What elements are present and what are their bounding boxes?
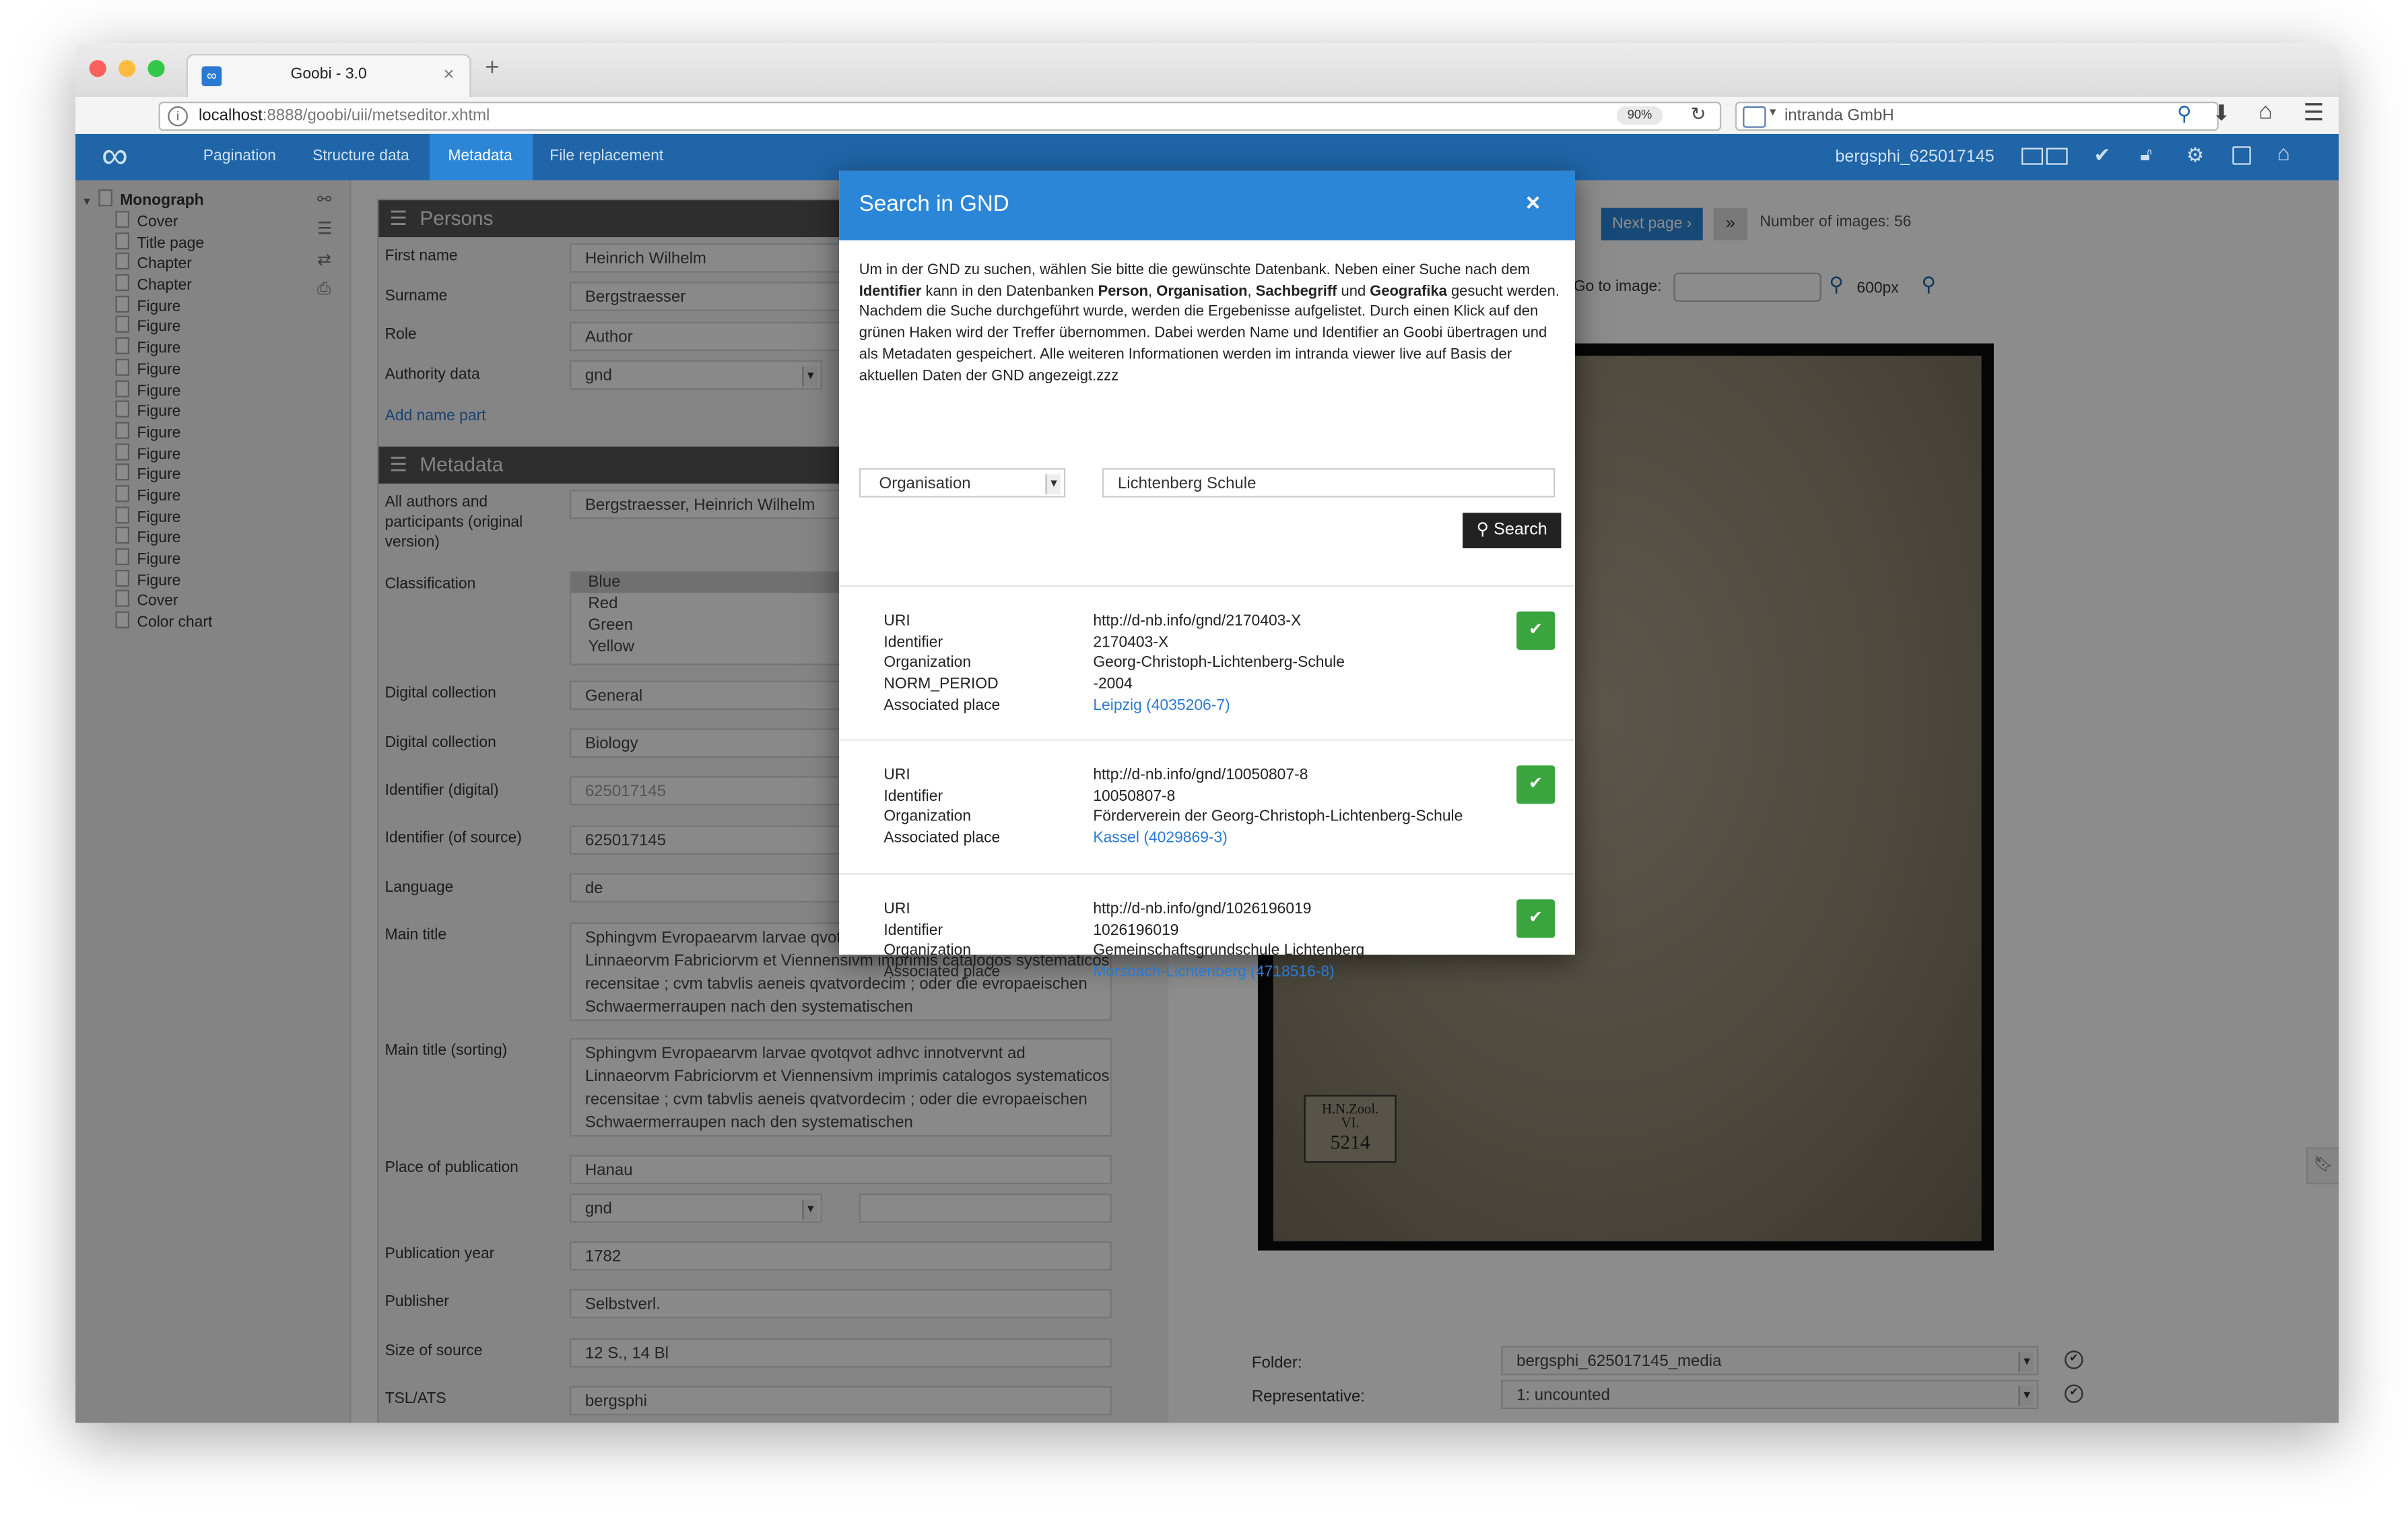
close-tab-icon[interactable]: × xyxy=(443,63,454,85)
record-id: bergsphi_625017145 xyxy=(1835,148,1995,166)
accept-result-3-button[interactable]: ✔ xyxy=(1516,899,1556,938)
gear-icon[interactable]: ⚙ xyxy=(2186,143,2205,168)
query-input[interactable]: Lichtenberg Schule xyxy=(1102,468,1556,498)
check-icon: ✔ xyxy=(1529,620,1543,639)
search-icon[interactable]: ⚲ xyxy=(2177,102,2192,127)
result-3-place-link[interactable]: Morsbach-Lichtenberg (4718516-8) xyxy=(1093,963,1364,983)
result-1-values: http://d-nb.info/gnd/2170403-X 2170403-X… xyxy=(1093,612,1345,717)
modal-title: Search in GND xyxy=(859,192,1009,218)
search-button[interactable]: ⚲ Search xyxy=(1463,513,1562,548)
menu-icon[interactable]: ☰ xyxy=(2303,98,2324,127)
tab-file-replacement[interactable]: File replacement xyxy=(549,134,663,181)
tab-structure-data[interactable]: Structure data xyxy=(312,134,409,181)
reload-icon[interactable]: ↻ xyxy=(1690,103,1706,125)
close-icon[interactable]: × xyxy=(1526,191,1540,219)
result-2-labels: URI Identifier Organization Associated p… xyxy=(883,767,1001,847)
url-field[interactable]: i localhost:8888/goobi/uii/metseditor.xh… xyxy=(158,101,1722,131)
chevron-down-icon[interactable]: ▼ xyxy=(1768,108,1778,119)
result-2-place-link[interactable]: Kassel (4029869-3) xyxy=(1093,828,1463,849)
zoom-level[interactable]: 90% xyxy=(1616,106,1663,125)
title-bar: ∞ Goobi - 3.0 × + xyxy=(75,43,2339,99)
save-icon[interactable] xyxy=(2232,146,2251,165)
check-icon[interactable]: ✔ xyxy=(2094,143,2111,168)
check-icon: ✔ xyxy=(1529,775,1543,793)
accept-result-2-button[interactable]: ✔ xyxy=(1516,765,1556,804)
new-tab-icon[interactable]: + xyxy=(485,55,499,83)
url-host: localhost xyxy=(198,106,263,125)
check-icon: ✔ xyxy=(1529,908,1543,927)
chevron-down-icon: ▼ xyxy=(1045,474,1061,494)
accept-result-1-button[interactable]: ✔ xyxy=(1516,611,1556,650)
home-icon[interactable]: ⌂ xyxy=(2259,98,2273,125)
database-select[interactable]: Organisation ▼ xyxy=(859,468,1066,498)
images-icon[interactable] xyxy=(2046,148,2068,165)
image-icon[interactable] xyxy=(2021,148,2044,165)
search-icon: ⚲ xyxy=(1476,520,1490,540)
tab-pagination[interactable]: Pagination xyxy=(203,134,276,181)
tab-metadata[interactable]: Metadata xyxy=(448,134,512,181)
info-icon[interactable]: i xyxy=(168,106,188,127)
zoom-window-button[interactable] xyxy=(147,60,165,77)
search-engine-icon[interactable] xyxy=(1743,106,1766,128)
gnd-search-modal: Search in GND × Um in der GND zu suchen,… xyxy=(839,170,1575,981)
result-1-place-link[interactable]: Leipzig (4035206-7) xyxy=(1093,696,1345,717)
toolbar: i localhost:8888/goobi/uii/metseditor.xh… xyxy=(75,97,2339,136)
modal-header: Search in GND × xyxy=(839,170,1575,240)
unlock-icon[interactable]: 🔓︎ xyxy=(2140,143,2152,166)
result-3-values: http://d-nb.info/gnd/1026196019 10261960… xyxy=(1093,899,1364,983)
browser-tab[interactable]: ∞ Goobi - 3.0 × xyxy=(186,54,471,99)
search-field[interactable]: ▼ intranda GmbH ⚲ xyxy=(1735,101,2219,131)
close-window-button[interactable] xyxy=(89,60,106,77)
browser-window: ∞ Goobi - 3.0 × + i localhost:8888/goobi… xyxy=(75,43,2339,1423)
minimize-window-button[interactable] xyxy=(119,60,136,77)
modal-intro: Um in der GND zu suchen, wählen Sie bitt… xyxy=(859,261,1560,385)
result-3-labels: URI Identifier Organization Associated p… xyxy=(883,901,1001,981)
search-text: intranda GmbH xyxy=(1784,106,1894,125)
result-2-values: http://d-nb.info/gnd/10050807-8 10050807… xyxy=(1093,765,1463,849)
tab-title: Goobi - 3.0 xyxy=(290,66,367,84)
goobi-logo-icon[interactable]: ∞ xyxy=(102,138,128,176)
result-1-labels: URI Identifier Organization NORM_PERIOD … xyxy=(883,612,1001,715)
home-app-icon[interactable]: ⌂ xyxy=(2277,140,2290,165)
download-icon[interactable]: ⬇ xyxy=(2213,100,2231,127)
url-path: :8888/goobi/uii/metseditor.xhtml xyxy=(262,106,490,125)
